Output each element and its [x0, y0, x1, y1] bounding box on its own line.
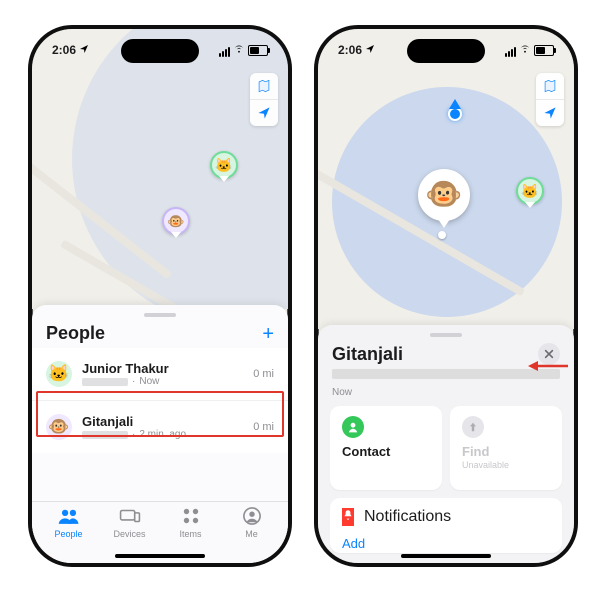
battery-icon: [248, 45, 268, 56]
map-mode-button[interactable]: [536, 73, 564, 99]
map-area[interactable]: 🐵 🐱: [318, 29, 574, 329]
find-card[interactable]: Find Unavailable: [450, 406, 562, 490]
avatar: 🐱: [46, 361, 72, 387]
status-time: 2:06: [52, 43, 76, 57]
map-mode-button[interactable]: [250, 73, 278, 99]
phone-left: 2:06 🐱 🐵: [28, 25, 292, 567]
monkey-emoji-icon: 🐵: [167, 214, 184, 228]
wifi-icon: [519, 43, 531, 57]
pin-shadow-dot: [438, 231, 446, 239]
person-circle-icon: [342, 416, 364, 438]
arrow-up-circle-icon: [462, 416, 484, 438]
cell-signal-icon: [218, 43, 230, 57]
locate-button[interactable]: [536, 99, 564, 126]
battery-icon: [534, 45, 554, 56]
loc-arrow-icon: [79, 43, 89, 57]
add-person-button[interactable]: +: [262, 324, 274, 344]
phone-right: 2:06 🐵: [314, 25, 578, 567]
map-controls: [250, 73, 278, 126]
person-row-0[interactable]: 🐱 Junior Thakur · Now 0 mi: [32, 348, 288, 400]
map-pin-selected[interactable]: 🐵: [418, 169, 470, 221]
tab-me[interactable]: Me: [221, 505, 282, 563]
my-location-dot: [448, 107, 462, 121]
loc-arrow-icon: [365, 43, 375, 57]
sheet-handle[interactable]: [144, 313, 176, 317]
cell-signal-icon: [504, 43, 516, 57]
map-pin-junior[interactable]: 🐱: [516, 177, 544, 205]
sheet-handle[interactable]: [430, 333, 462, 337]
devices-icon: [119, 505, 141, 527]
status-time: 2:06: [338, 43, 362, 57]
home-indicator[interactable]: [401, 554, 491, 558]
cat-emoji-icon: 🐱: [215, 158, 232, 172]
contact-card[interactable]: Contact: [330, 406, 442, 490]
tab-people[interactable]: People: [38, 505, 99, 563]
status-bar: 2:06: [318, 37, 574, 63]
map-pin-junior[interactable]: 🐱: [210, 151, 238, 179]
locate-button[interactable]: [250, 99, 278, 126]
annotation-arrow: [528, 359, 568, 373]
people-icon: [58, 505, 80, 527]
monkey-emoji-icon: 🐵: [425, 180, 462, 210]
avatar: 🐵: [46, 414, 72, 440]
home-indicator[interactable]: [115, 554, 205, 558]
me-icon: [243, 505, 261, 527]
bell-circle-icon: [342, 508, 354, 526]
redacted-address: [332, 369, 560, 379]
cat-emoji-icon: 🐱: [521, 184, 538, 198]
sheet-title: People: [46, 323, 105, 344]
map-area[interactable]: 🐱 🐵: [32, 29, 288, 309]
wifi-icon: [233, 43, 245, 57]
map-pin-gitanjali[interactable]: 🐵: [162, 207, 190, 235]
person-row-1[interactable]: 🐵 Gitanjali · 2 min. ago 0 mi: [32, 400, 288, 453]
detail-title: Gitanjali: [332, 344, 403, 365]
notifications-card[interactable]: Notifications Add: [330, 498, 562, 553]
add-notification-button[interactable]: Add: [342, 536, 550, 551]
items-icon: [182, 505, 200, 527]
status-bar: 2:06: [32, 37, 288, 63]
map-controls: [536, 73, 564, 126]
